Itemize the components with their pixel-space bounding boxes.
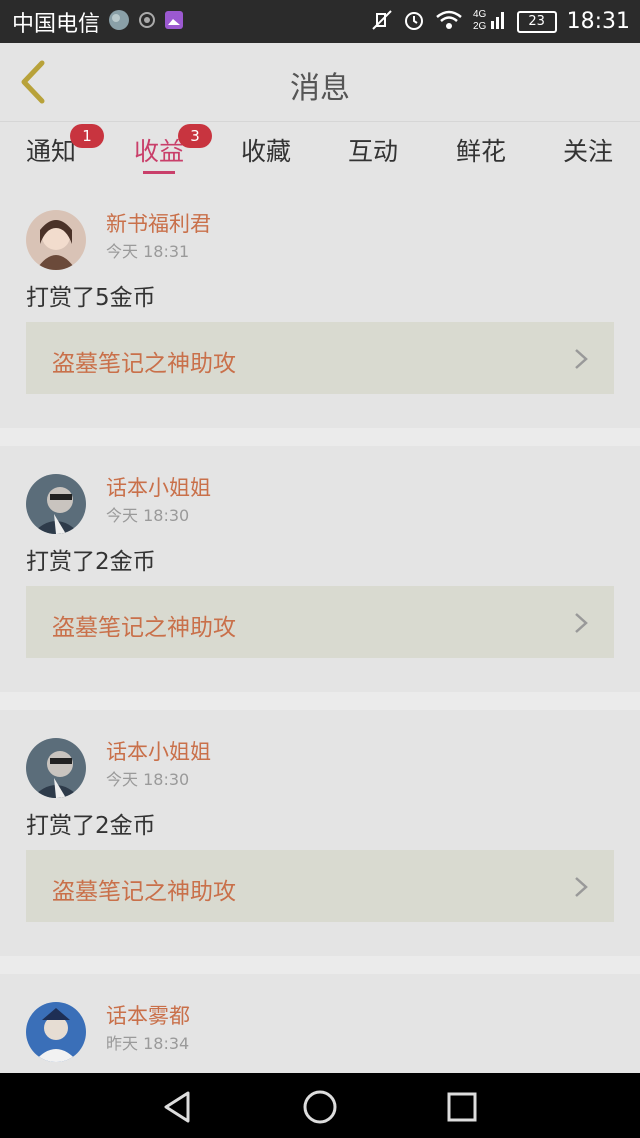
message-time: 今天 18:30 [106,770,190,789]
tab-label: 收益 [133,137,184,166]
message-time: 今天 18:31 [106,242,190,261]
message-card: 话本雾都 昨天 18:34 [0,974,640,1073]
wifi-icon [435,9,463,35]
nav-home-icon [303,1090,337,1124]
tab-interactions[interactable]: 互动 [333,132,413,178]
message-time: 昨天 18:34 [106,1034,190,1053]
tab-label: 鲜花 [455,137,506,166]
sender-name[interactable]: 话本雾都 [106,1000,190,1030]
nav-back-button[interactable] [158,1087,198,1127]
tab-bar: 通知 1 收益 3 收藏 互动 鲜花 关注 [0,122,640,182]
message-card: 话本小姐姐 今天 18:30 打赏了2金币 盗墓笔记之神助攻 [0,710,640,956]
page-title: 消息 [290,71,350,106]
tab-earnings[interactable]: 收益 3 [119,124,212,178]
avatar[interactable] [26,1002,86,1062]
gallery-icon [164,10,184,34]
sender-name[interactable]: 新书福利君 [106,208,211,238]
chevron-right-icon [575,877,588,897]
tab-label: 通知 [25,137,76,166]
battery-indicator: 23 [516,10,557,33]
tab-label: 关注 [562,137,613,166]
book-link[interactable]: 盗墓笔记之神助攻 [26,586,614,658]
sender-name[interactable]: 话本小姐姐 [106,736,211,766]
tab-notifications[interactable]: 通知 1 [11,124,104,178]
sender-name[interactable]: 话本小姐姐 [106,472,211,502]
tab-label: 收藏 [240,137,291,166]
globe-icon [108,9,130,35]
network-4g: 4G [473,9,487,20]
nav-recent-button[interactable] [442,1087,482,1127]
book-title: 盗墓笔记之神助攻 [52,351,236,377]
tab-following[interactable]: 关注 [548,132,628,178]
nav-home-button[interactable] [300,1087,340,1127]
avatar[interactable] [26,738,86,798]
book-title: 盗墓笔记之神助攻 [52,615,236,641]
message-card: 新书福利君 今天 18:31 打赏了5金币 盗墓笔记之神助攻 [0,182,640,428]
message-text: 打赏了2金币 [26,813,156,839]
avatar[interactable] [26,210,86,270]
nav-recent-icon [447,1092,477,1122]
camera-icon [138,11,156,33]
active-tab-indicator [143,171,175,174]
book-link[interactable]: 盗墓笔记之神助攻 [26,850,614,922]
carrier-name: 中国电信 [12,11,101,37]
tab-label: 互动 [347,137,398,166]
message-text: 打赏了5金币 [26,285,156,311]
network-2g: 2G [473,21,487,32]
message-time: 今天 18:30 [106,506,190,525]
mute-icon [371,9,393,35]
notification-badge: 1 [70,124,104,148]
status-time: 18:31 [566,9,630,34]
alarm-icon [403,9,425,35]
message-card: 话本小姐姐 今天 18:30 打赏了2金币 盗墓笔记之神助攻 [0,446,640,692]
chevron-right-icon [575,613,588,633]
book-link[interactable]: 盗墓笔记之神助攻 [26,322,614,394]
nav-back-icon [164,1091,190,1123]
earnings-badge: 3 [178,124,212,148]
book-title: 盗墓笔记之神助攻 [52,879,236,905]
message-text: 打赏了2金币 [26,549,156,575]
tab-favorites[interactable]: 收藏 [226,132,306,178]
tab-flowers[interactable]: 鲜花 [441,132,521,178]
status-bar: 中国电信 4G 2G 23 18:31 [0,0,640,43]
chevron-right-icon [575,349,588,369]
avatar[interactable] [26,474,86,534]
signal-icon: 4G 2G [473,7,507,37]
app-header: 消息 [0,43,640,122]
system-nav-bar [0,1073,640,1138]
